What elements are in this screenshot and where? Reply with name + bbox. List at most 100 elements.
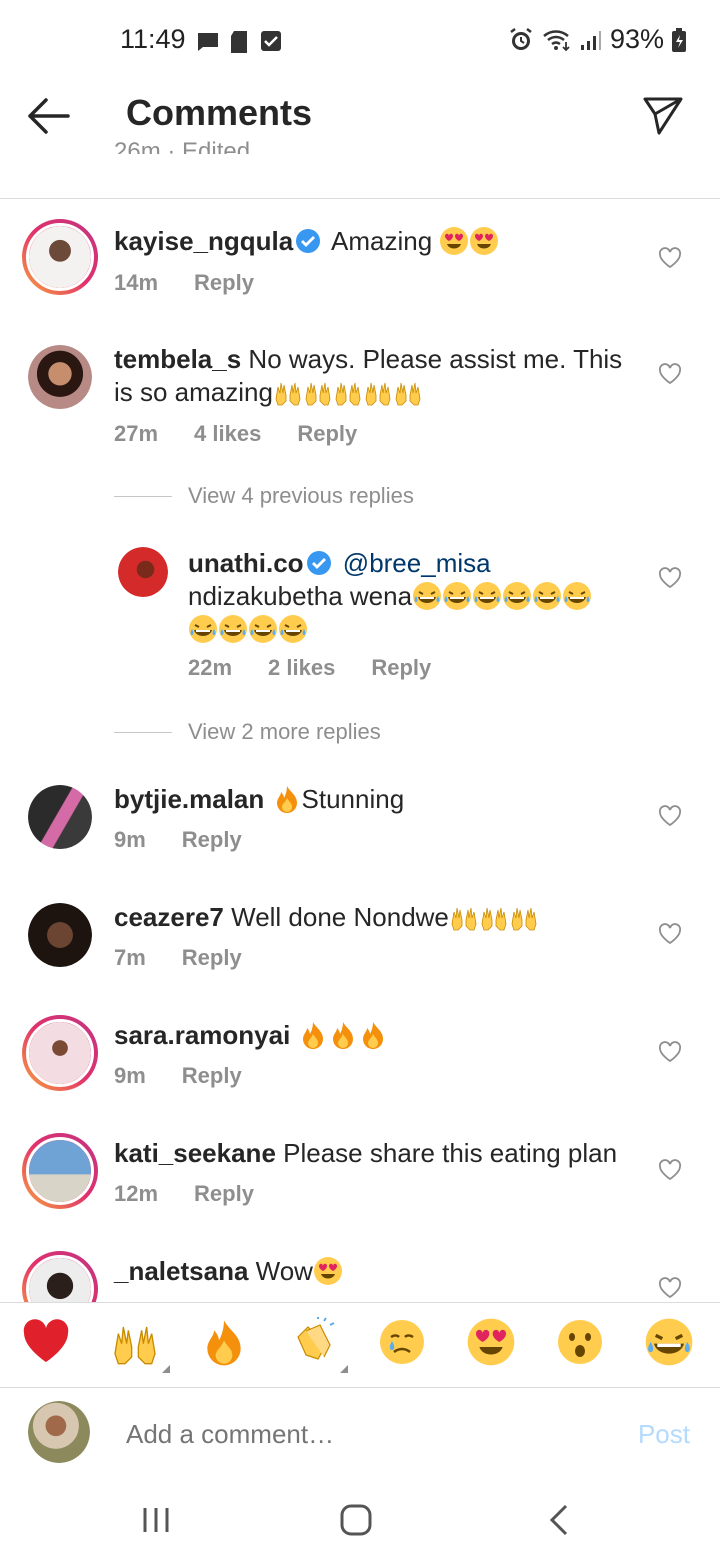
- sd-card-icon: [231, 31, 247, 53]
- comment-text: sara.ramonyai: [114, 1019, 636, 1052]
- recent-apps-icon[interactable]: [136, 1500, 176, 1540]
- comment-body: Stunning: [301, 784, 405, 814]
- view-more-label[interactable]: View 2 more replies: [188, 719, 381, 745]
- reply-button[interactable]: Reply: [182, 945, 242, 971]
- comment-meta: 9m Reply: [114, 1063, 242, 1089]
- raising-hands-emoji-icon: [335, 382, 361, 406]
- fire-emoji-icon: [362, 1022, 383, 1049]
- clipped-meta: 26m · Edited: [114, 138, 251, 154]
- username[interactable]: tembela_s: [114, 344, 241, 374]
- verified-badge-icon: [296, 229, 321, 253]
- username[interactable]: ceazere7: [114, 902, 224, 932]
- likes-count[interactable]: 2 likes: [268, 655, 335, 681]
- likes-count[interactable]: 4 likes: [194, 421, 261, 447]
- reaction-heart[interactable]: [21, 1317, 77, 1373]
- reply-button[interactable]: Reply: [182, 1063, 242, 1089]
- reply-button[interactable]: Reply: [194, 270, 254, 296]
- like-heart-icon[interactable]: [658, 363, 682, 385]
- comment-meta: 7m Reply: [114, 945, 242, 971]
- view-more-replies[interactable]: View 2 more replies: [114, 719, 381, 745]
- reply-button[interactable]: Reply: [194, 1181, 254, 1207]
- comment-body: Amazing: [331, 226, 433, 256]
- reaction-joy[interactable]: [643, 1316, 700, 1373]
- avatar[interactable]: [22, 1251, 98, 1302]
- like-heart-icon[interactable]: [658, 923, 682, 945]
- username[interactable]: _naletsana: [114, 1256, 248, 1286]
- avatar[interactable]: [28, 345, 92, 409]
- view-previous-replies[interactable]: View 4 previous replies: [114, 483, 414, 509]
- comment-time: 12m: [114, 1181, 159, 1206]
- comment-meta: 9m Reply: [114, 827, 242, 853]
- arrow-left-icon[interactable]: [26, 96, 72, 136]
- comment-text: unathi.co @bree_misa ndizakubetha wena: [188, 547, 636, 646]
- fire-emoji-icon: [332, 1022, 353, 1049]
- raising-hands-emoji-icon: [511, 907, 537, 931]
- check-box-icon: [261, 31, 281, 51]
- like-heart-icon[interactable]: [658, 1277, 682, 1299]
- comment-meta: 14m Reply: [114, 270, 254, 296]
- like-heart-icon[interactable]: [658, 805, 682, 827]
- header: Comments: [0, 84, 720, 148]
- username[interactable]: sara.ramonyai: [114, 1020, 290, 1050]
- surprised-emoji-icon: [557, 1320, 602, 1364]
- reaction-fire[interactable]: [199, 1317, 255, 1373]
- joy-emoji-icon: [218, 614, 248, 644]
- username[interactable]: unathi.co: [188, 548, 304, 578]
- raising-hands-emoji-icon: [275, 382, 301, 406]
- reaction-clap[interactable]: [288, 1317, 348, 1373]
- joy-emoji-icon: [188, 614, 218, 644]
- reply-button[interactable]: Reply: [371, 655, 431, 681]
- joy-emoji-icon: [502, 581, 533, 611]
- comments-list[interactable]: kayise_ngqula Amazing 14m Reply tembela_…: [0, 199, 720, 1302]
- verified-badge-icon: [306, 551, 331, 575]
- reply-button[interactable]: Reply: [297, 421, 357, 447]
- comment-time: 22m: [188, 655, 233, 680]
- like-heart-icon[interactable]: [658, 567, 682, 589]
- comment-time: 9m: [114, 1063, 146, 1088]
- avatar[interactable]: [28, 785, 92, 849]
- clock-time: 11:49: [120, 24, 186, 54]
- system-nav-bar: [0, 1480, 720, 1560]
- comment-input[interactable]: [126, 1419, 586, 1450]
- home-icon[interactable]: [336, 1500, 376, 1540]
- send-icon[interactable]: [642, 94, 684, 136]
- reaction-raising-hands[interactable]: [110, 1317, 170, 1373]
- crying-emoji-icon: [379, 1320, 424, 1364]
- username[interactable]: bytjie.malan: [114, 784, 264, 814]
- avatar[interactable]: [22, 1133, 98, 1209]
- comment-meta: 27m 4 likes Reply: [114, 421, 357, 447]
- my-avatar[interactable]: [28, 1401, 90, 1463]
- view-previous-label[interactable]: View 4 previous replies: [188, 483, 414, 509]
- joy-emoji-icon: [562, 581, 593, 611]
- joy-emoji-icon: [643, 1316, 694, 1368]
- avatar[interactable]: [118, 547, 168, 597]
- comment-time: 14m: [114, 270, 159, 295]
- username[interactable]: kayise_ngqula: [114, 226, 293, 256]
- joy-emoji-icon: [442, 581, 473, 611]
- like-heart-icon[interactable]: [658, 1159, 682, 1181]
- post-button[interactable]: Post: [638, 1419, 690, 1450]
- mention-link[interactable]: @bree_misa: [343, 548, 491, 578]
- avatar[interactable]: [22, 219, 98, 295]
- like-heart-icon[interactable]: [658, 247, 682, 269]
- username[interactable]: kati_seekane: [114, 1138, 276, 1168]
- raising-hands-emoji-icon: [451, 907, 477, 931]
- reaction-surprised[interactable]: [555, 1317, 611, 1373]
- reaction-crying[interactable]: [377, 1317, 433, 1373]
- comment-body: ndizakubetha wena: [188, 581, 413, 611]
- avatar[interactable]: [22, 1015, 98, 1091]
- reaction-heart-eyes[interactable]: [466, 1317, 522, 1373]
- comment-body: Wow: [255, 1256, 313, 1286]
- avatar[interactable]: [28, 903, 92, 967]
- comment-text: kati_seekane Please share this eating pl…: [114, 1137, 636, 1170]
- raising-hands-emoji-icon: [395, 382, 421, 406]
- back-nav-icon[interactable]: [540, 1500, 580, 1540]
- comment-body: Please share this eating plan: [283, 1138, 618, 1168]
- heart-eyes-emoji-icon: [440, 227, 469, 255]
- like-heart-icon[interactable]: [658, 1041, 682, 1063]
- reply-button[interactable]: Reply: [182, 827, 242, 853]
- more-indicator: [339, 1365, 348, 1373]
- comment-text: kayise_ngqula Amazing: [114, 225, 636, 258]
- comment-text: bytjie.malan Stunning: [114, 783, 636, 816]
- comment-meta: 12m Reply: [114, 1181, 254, 1207]
